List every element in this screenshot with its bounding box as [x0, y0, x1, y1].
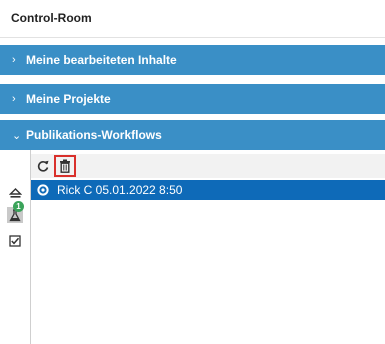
- section-label: Meine bearbeiteten Inhalte: [26, 53, 177, 67]
- checkbox-checked-icon[interactable]: [8, 234, 22, 248]
- section-gap: [0, 75, 385, 84]
- chevron-down-icon: ⌄: [12, 129, 22, 142]
- refresh-button[interactable]: [33, 156, 53, 176]
- section-meine-bearbeiteten-inhalte[interactable]: › Meine bearbeiteten Inhalte: [0, 45, 385, 75]
- workflow-status-icon: [37, 184, 49, 196]
- page-title: Control-Room: [11, 11, 92, 25]
- trash-icon: [60, 159, 70, 173]
- workflow-row[interactable]: Rick C 05.01.2022 8:50: [31, 180, 385, 200]
- section-label: Meine Projekte: [26, 92, 111, 106]
- workflow-toolbar: [31, 154, 385, 178]
- delete-button[interactable]: [54, 155, 76, 177]
- workflow-row-label: Rick C 05.01.2022 8:50: [57, 183, 183, 197]
- header-divider: [0, 37, 385, 38]
- chevron-right-icon: ›: [12, 54, 16, 66]
- eject-icon[interactable]: [8, 186, 22, 200]
- section-meine-projekte[interactable]: › Meine Projekte: [0, 84, 385, 114]
- section-publikations-workflows[interactable]: ⌄ Publikations-Workflows: [0, 120, 385, 150]
- refresh-icon: [37, 160, 49, 172]
- chevron-right-icon: ›: [12, 93, 16, 105]
- notification-badge: 1: [13, 201, 24, 212]
- section-label: Publikations-Workflows: [26, 128, 162, 142]
